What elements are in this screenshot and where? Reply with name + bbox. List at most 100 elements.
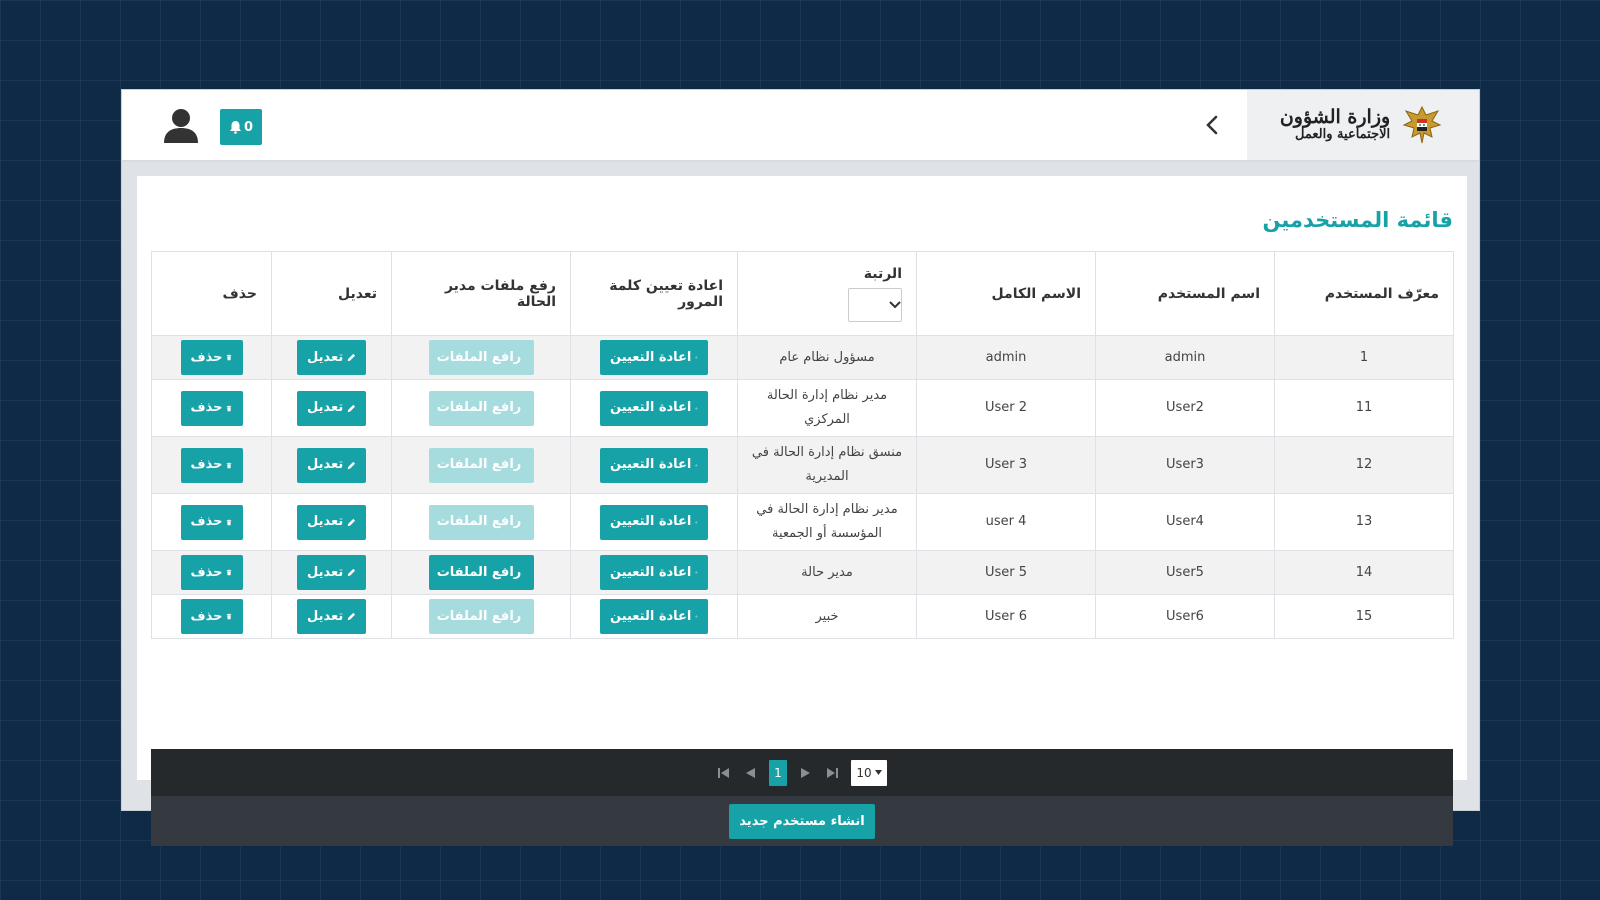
cell-username: admin (1095, 335, 1275, 380)
cell-delete: حذف (151, 594, 272, 639)
cell-delete: حذف (151, 436, 272, 494)
cell-username: User6 (1095, 594, 1275, 639)
pencil-icon (347, 612, 356, 621)
column-header-upload-files: رفع ملفات مدير الحالة (391, 251, 571, 336)
trash-icon (227, 613, 232, 620)
upload-files-button[interactable]: رافع الملفات (428, 390, 534, 426)
cell-fullname: user 4 (916, 493, 1096, 551)
edit-user-button[interactable]: تعديل (297, 504, 366, 540)
reset-password-button[interactable]: اعادة التعيين (600, 390, 708, 426)
upload-files-button[interactable]: رافع الملفات (428, 504, 534, 540)
upload-files-label: رافع الملفات (436, 514, 522, 529)
cell-delete: حذف (151, 550, 272, 595)
reset-password-button[interactable]: اعادة التعيين (600, 340, 708, 375)
column-header-id: معرّف المستخدم (1274, 251, 1454, 336)
delete-user-button[interactable]: حذف (180, 504, 243, 540)
rank-filter-select[interactable] (848, 287, 902, 322)
column-header-username: اسم المستخدم (1095, 251, 1275, 336)
page-size-value: 10 (856, 765, 872, 780)
pencil-icon (347, 353, 356, 362)
cell-rank: مسؤول نظام عام (737, 335, 917, 380)
cell-upload-files: رافع الملفات (391, 594, 571, 639)
cell-reset-password: اعادة التعيين (570, 594, 738, 639)
next-page-icon[interactable] (743, 766, 757, 780)
notifications-button[interactable]: 0 (220, 109, 262, 145)
cell-rank: خبير (737, 594, 917, 639)
edit-user-button[interactable]: تعديل (297, 599, 366, 634)
edit-label: تعديل (307, 514, 344, 529)
sidebar-toggle-button[interactable] (1197, 110, 1227, 140)
trash-icon (227, 405, 232, 411)
trash-icon (227, 569, 232, 576)
content-card: قائمة المستخدمين معرّف المستخدم اسم المس… (137, 176, 1467, 846)
delete-user-button[interactable]: حذف (180, 447, 243, 483)
previous-page-icon[interactable] (799, 766, 813, 780)
edit-user-button[interactable]: تعديل (297, 555, 366, 590)
pencil-icon (347, 518, 356, 526)
upload-files-button[interactable]: رافع الملفات (428, 447, 534, 483)
bell-icon (229, 121, 241, 134)
cell-rank: مدير نظام إدارة الحالة في المؤسسة أو الج… (737, 493, 917, 551)
last-page-icon[interactable] (717, 766, 731, 780)
delete-user-button[interactable]: حذف (180, 599, 243, 634)
table-header-row: معرّف المستخدم اسم المستخدم الاسم الكامل… (151, 251, 1454, 336)
caret-down-icon (874, 770, 882, 775)
reset-password-label: اعادة التعيين (610, 457, 692, 472)
column-header-rank: الرتبة (737, 251, 917, 336)
delete-user-button[interactable]: حذف (180, 390, 243, 426)
table-row: 12 User3 User 3 منسق نظام إدارة الحالة في ا… (151, 436, 1454, 494)
edit-user-button[interactable]: تعديل (297, 447, 366, 483)
cell-user-id: 14 (1274, 550, 1454, 595)
create-user-button[interactable]: انشاء مستخدم جديد (729, 803, 875, 839)
eagle-emblem-icon (1402, 105, 1442, 144)
reset-password-button[interactable]: اعادة التعيين (600, 447, 708, 483)
cell-edit: تعديل (271, 436, 392, 494)
reset-password-button[interactable]: اعادة التعيين (600, 504, 708, 540)
pencil-icon (347, 404, 356, 412)
edit-label: تعديل (307, 564, 344, 580)
reset-password-button[interactable]: اعادة التعيين (600, 599, 708, 634)
upload-files-button[interactable]: رافع الملفات (428, 599, 534, 634)
reset-password-label: اعادة التعيين (610, 564, 692, 580)
table-row: 14 User5 User 5 مدير حالة اعادة التعيين رافع … (151, 550, 1454, 595)
upload-files-button[interactable]: رافع الملفات (428, 340, 534, 375)
gear-icon (695, 571, 698, 574)
chevron-left-icon (1206, 115, 1218, 135)
table-row: 15 User6 User 6 خبير اعادة التعيين رافع الملف… (151, 594, 1454, 639)
cell-username: User3 (1095, 436, 1275, 494)
table-row: 13 User4 user 4 مدير نظام إدارة الحالة في ا… (151, 493, 1454, 551)
trash-icon (227, 354, 232, 361)
edit-user-button[interactable]: تعديل (297, 340, 366, 375)
page-size-select[interactable]: 10 (851, 759, 887, 786)
delete-user-button[interactable]: حذف (180, 340, 243, 375)
column-header-rank-label: الرتبة (863, 265, 902, 282)
delete-label: حذف (190, 457, 223, 472)
upload-files-label: رافع الملفات (436, 564, 522, 580)
brand-logo[interactable]: وزارة الشؤون الاجتماعية والعمل (1247, 90, 1479, 160)
edit-label: تعديل (307, 457, 344, 472)
cell-fullname: User 3 (916, 436, 1096, 494)
upload-files-button[interactable]: رافع الملفات (428, 555, 534, 590)
cell-fullname: User 2 (916, 379, 1096, 437)
trash-icon (227, 462, 232, 468)
delete-user-button[interactable]: حذف (180, 555, 243, 590)
edit-user-button[interactable]: تعديل (297, 390, 366, 426)
column-header-edit: تعديل (271, 251, 392, 336)
current-page-button[interactable]: 1 (769, 759, 787, 786)
pagination-bar: 1 10 (151, 749, 1453, 796)
cell-edit: تعديل (271, 550, 392, 595)
upload-files-label: رافع الملفات (436, 457, 522, 472)
cell-upload-files: رافع الملفات (391, 379, 571, 437)
brand-title: وزارة الشؤون (1279, 106, 1391, 129)
cell-upload-files: رافع الملفات (391, 550, 571, 595)
upload-files-label: رافع الملفات (436, 400, 522, 415)
table-row: 11 User2 User 2 مدير نظام إدارة الحالة المر… (151, 379, 1454, 437)
cell-edit: تعديل (271, 493, 392, 551)
reset-password-label: اعادة التعيين (610, 514, 692, 529)
user-avatar-icon[interactable] (162, 107, 200, 145)
delete-label: حذف (190, 564, 223, 580)
first-page-icon[interactable] (825, 766, 839, 780)
table-footer-bar: انشاء مستخدم جديد (151, 796, 1453, 846)
gear-icon (695, 615, 698, 618)
reset-password-button[interactable]: اعادة التعيين (600, 555, 708, 590)
